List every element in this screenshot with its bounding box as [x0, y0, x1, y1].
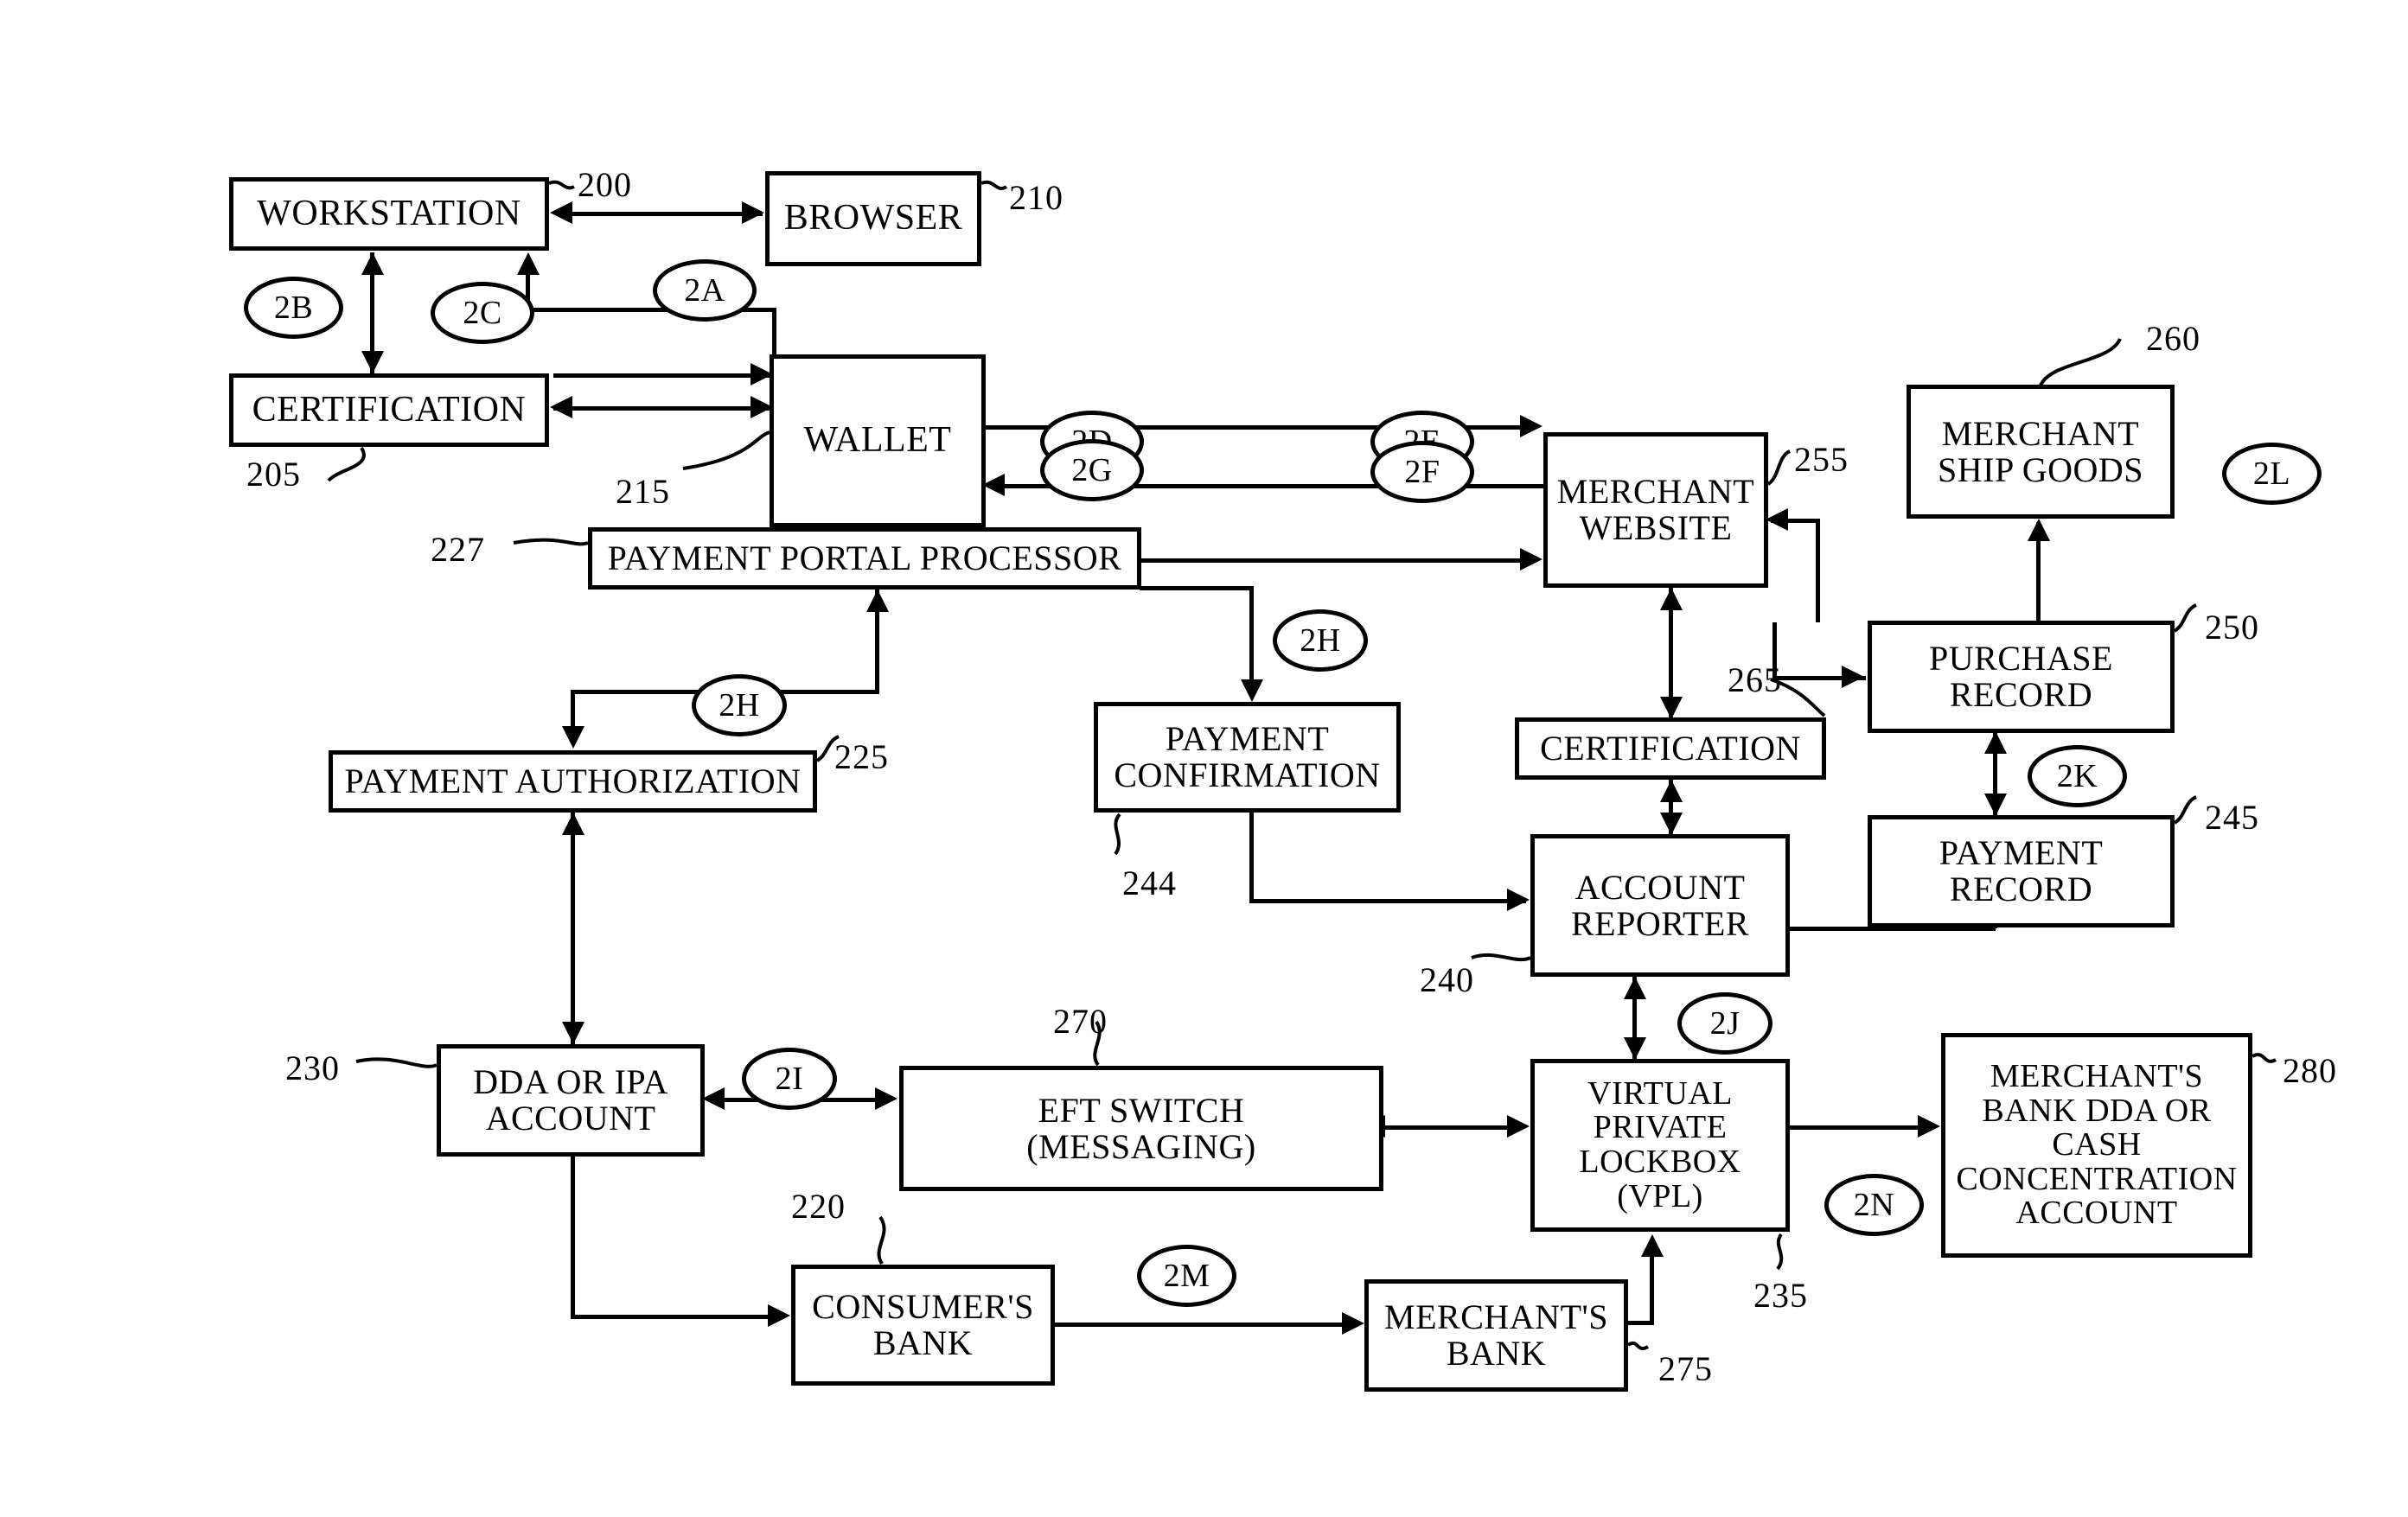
step-bubble-2G: 2G — [1040, 439, 1144, 501]
step-bubble-2A: 2A — [653, 259, 757, 322]
ref-number-200-0: 200 — [578, 165, 632, 204]
ref-number-245-9: 245 — [2205, 798, 2259, 837]
step-bubble-2B: 2B — [244, 277, 343, 339]
ref-number-205-2: 205 — [246, 455, 301, 494]
step-bubble-2I: 2I — [742, 1048, 837, 1110]
ref-number-235-16: 235 — [1753, 1276, 1808, 1315]
ref-number-270-14: 270 — [1053, 1002, 1108, 1041]
step-bubble-2H_auth: 2H — [692, 674, 787, 736]
step-bubble-2M: 2M — [1137, 1245, 1236, 1307]
step-bubble-2K: 2K — [2028, 745, 2127, 807]
step-bubble-2H_confirm: 2H — [1273, 609, 1368, 672]
ref-number-250-8: 250 — [2205, 608, 2259, 647]
patent-figure-canvas: WORKSTATION BROWSER CERTIFICATION WALLET PAY… — [0, 0, 2408, 1517]
ref-number-210-1: 210 — [1009, 178, 1063, 217]
step-bubble-2L: 2L — [2222, 443, 2322, 505]
step-bubble-2N: 2N — [1824, 1174, 1924, 1236]
ref-number-225-11: 225 — [834, 737, 889, 776]
ref-number-215-3: 215 — [616, 472, 670, 511]
ref-number-230-13: 230 — [285, 1049, 340, 1087]
ref-number-280-18: 280 — [2283, 1051, 2337, 1090]
ref-number-220-15: 220 — [791, 1187, 846, 1226]
ref-number-227-4: 227 — [431, 530, 485, 569]
ref-number-240-10: 240 — [1420, 960, 1474, 999]
step-bubble-2C: 2C — [431, 282, 534, 344]
step-bubble-2F: 2F — [1370, 441, 1474, 503]
ref-number-244-12: 244 — [1122, 864, 1177, 902]
ref-number-255-6: 255 — [1794, 440, 1849, 479]
ref-number-275-17: 275 — [1658, 1349, 1713, 1388]
step-bubble-2J: 2J — [1677, 992, 1772, 1055]
ref-number-260-5: 260 — [2146, 319, 2200, 358]
ref-number-265-7: 265 — [1728, 660, 1782, 699]
